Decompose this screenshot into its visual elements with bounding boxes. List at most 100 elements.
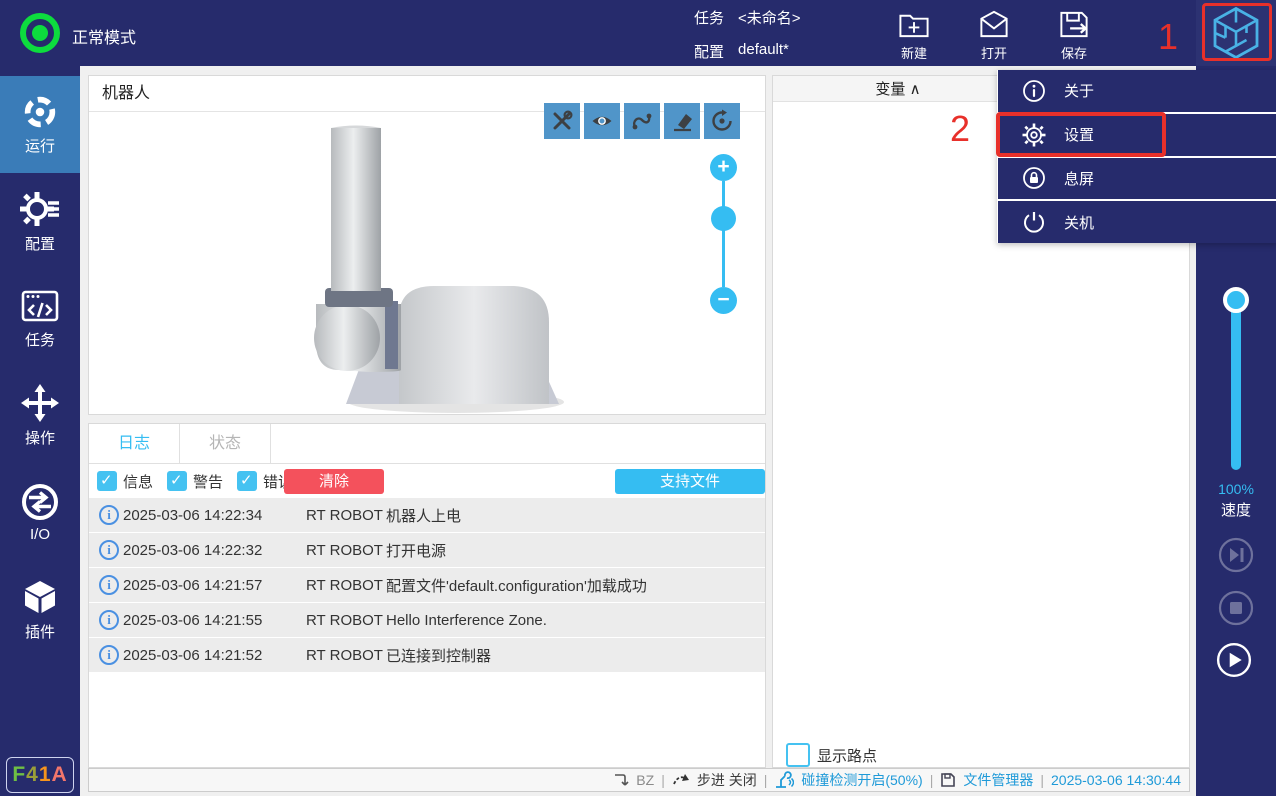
save-task-button[interactable]: 保存 <box>1042 8 1106 62</box>
io-swap-icon <box>20 482 60 522</box>
speed-value: 100% <box>1196 481 1276 497</box>
sidebar-item-config[interactable]: 配置 <box>0 173 80 270</box>
log-row[interactable]: i 2025-03-06 14:22:32 RT ROBOT 打开电源 <box>89 533 765 567</box>
info-icon: i <box>99 645 119 665</box>
status-code-badge: F41A <box>6 757 74 793</box>
eraser-icon <box>670 109 694 133</box>
view-zoom-control: + − <box>710 154 738 314</box>
plugin-cube-icon <box>20 577 60 617</box>
zoom-out-button[interactable]: − <box>710 287 737 314</box>
support-files-button[interactable]: 支持文件 <box>615 469 765 494</box>
app-menu-button[interactable] <box>1196 0 1276 66</box>
file-manager-icon <box>940 772 956 788</box>
new-task-button[interactable]: 新建 <box>882 8 946 62</box>
view-reset-button[interactable] <box>704 103 740 139</box>
show-waypoints-row: 显示路点 <box>786 743 877 767</box>
log-row[interactable]: i 2025-03-06 14:21:52 RT ROBOT 已连接到控制器 <box>89 638 765 672</box>
power-icon <box>1022 210 1046 234</box>
speed-label: 速度 <box>1196 499 1276 520</box>
view-path-button[interactable] <box>624 103 660 139</box>
view-tools-button[interactable] <box>544 103 580 139</box>
file-manager-link[interactable]: 文件管理器 <box>963 770 1033 790</box>
show-waypoints-label: 显示路点 <box>817 745 877 766</box>
collision-icon <box>774 771 794 789</box>
open-task-button[interactable]: 打开 <box>962 8 1026 62</box>
stop-button[interactable] <box>1218 590 1254 626</box>
config-gear-icon <box>20 189 60 229</box>
run-icon <box>21 93 59 131</box>
screen-lock-icon <box>1022 166 1046 190</box>
mode-label: 正常模式 <box>72 24 136 48</box>
filter-warning-checkbox[interactable] <box>167 471 187 491</box>
clock: 2025-03-06 14:30:44 <box>1051 772 1181 788</box>
reset-view-icon <box>710 109 734 133</box>
menu-item-shutdown[interactable]: 关机 <box>998 201 1276 243</box>
collapse-caret-icon: ∧ <box>910 81 921 98</box>
menu-item-settings[interactable]: 设置 <box>998 114 1276 156</box>
sidebar-item-run[interactable]: 运行 <box>0 76 80 173</box>
show-waypoints-checkbox[interactable] <box>786 743 810 767</box>
robot-arm-view[interactable] <box>89 112 765 414</box>
sidebar-item-plugin[interactable]: 插件 <box>0 561 80 658</box>
zoom-slider-track[interactable] <box>722 181 725 287</box>
sidebar-item-operation[interactable]: 操作 <box>0 367 80 464</box>
collision-status[interactable]: 碰撞检测开启(50%) <box>801 770 922 790</box>
tab-status[interactable]: 状态 <box>180 424 271 463</box>
skip-icon <box>1218 537 1254 573</box>
info-icon: i <box>99 575 119 595</box>
step-icon <box>672 772 690 788</box>
eye-icon <box>590 109 614 133</box>
clear-log-button[interactable]: 清除 <box>284 469 384 494</box>
path-icon <box>630 109 654 133</box>
move-arrows-icon <box>20 383 60 423</box>
gear-icon <box>1022 123 1046 147</box>
view-visibility-button[interactable] <box>584 103 620 139</box>
filter-error-checkbox[interactable] <box>237 471 257 491</box>
speed-slider-track[interactable] <box>1231 300 1241 470</box>
menu-item-screen-off[interactable]: 息屏 <box>998 158 1276 200</box>
play-icon <box>1216 639 1252 681</box>
log-filter-row: 信息 警告 错误 清除 支持文件 <box>89 464 765 498</box>
zoom-slider-handle[interactable] <box>711 206 736 231</box>
tab-log[interactable]: 日志 <box>89 424 180 463</box>
left-sidebar: 运行 配置 任务 <box>0 66 80 796</box>
sidebar-item-task[interactable]: 任务 <box>0 270 80 367</box>
view-eraser-button[interactable] <box>664 103 700 139</box>
log-row[interactable]: i 2025-03-06 14:21:55 RT ROBOT Hello Int… <box>89 603 765 637</box>
log-panel: 日志 状态 信息 警告 错误 清除 支持文件 i 2025-03-06 14:2… <box>88 423 766 768</box>
app-dropdown-menu: 关于 设置 息屏 <box>997 70 1276 243</box>
play-button[interactable] <box>1216 642 1252 678</box>
sidebar-item-io[interactable]: I/O <box>0 464 80 561</box>
menu-item-about[interactable]: 关于 <box>998 70 1276 112</box>
open-icon <box>977 8 1011 41</box>
stop-icon <box>1218 590 1254 626</box>
skip-button[interactable] <box>1218 537 1254 573</box>
task-label: 任务 <box>694 7 724 28</box>
new-folder-icon <box>897 8 931 41</box>
bz-icon <box>613 772 629 788</box>
filter-warning-label: 警告 <box>193 471 223 492</box>
info-icon <box>1022 79 1046 103</box>
task-value: <未命名> <box>738 7 801 28</box>
log-list: i 2025-03-06 14:22:34 RT ROBOT 机器人上电 i 2… <box>89 498 765 672</box>
zoom-in-button[interactable]: + <box>710 154 737 181</box>
top-bar: 正常模式 任务 <未命名> 配置 default* 新建 打开 <box>0 0 1276 66</box>
variables-title: 变量 <box>875 81 905 98</box>
info-icon: i <box>99 505 119 525</box>
filter-info-label: 信息 <box>123 471 153 492</box>
info-icon: i <box>99 610 119 630</box>
mode-status-icon <box>20 13 60 53</box>
brand-cube-icon <box>1210 5 1262 61</box>
log-row[interactable]: i 2025-03-06 14:22:34 RT ROBOT 机器人上电 <box>89 498 765 532</box>
log-row[interactable]: i 2025-03-06 14:21:57 RT ROBOT 配置文件'defa… <box>89 568 765 602</box>
tools-icon <box>550 109 574 133</box>
filter-info-checkbox[interactable] <box>97 471 117 491</box>
log-tabs: 日志 状态 <box>89 424 765 464</box>
status-bar: BZ | 步进 关闭 | 碰撞检测开启(50%) | 文件管理器 | 2025-… <box>88 768 1190 792</box>
step-status[interactable]: 步进 关闭 <box>697 770 757 790</box>
annotation-step-2: 2 <box>950 108 970 150</box>
info-icon: i <box>99 540 119 560</box>
speed-slider-handle[interactable] <box>1223 287 1249 313</box>
robot-3d-panel: 机器人 <box>88 75 766 415</box>
badge-char: F <box>12 763 26 787</box>
